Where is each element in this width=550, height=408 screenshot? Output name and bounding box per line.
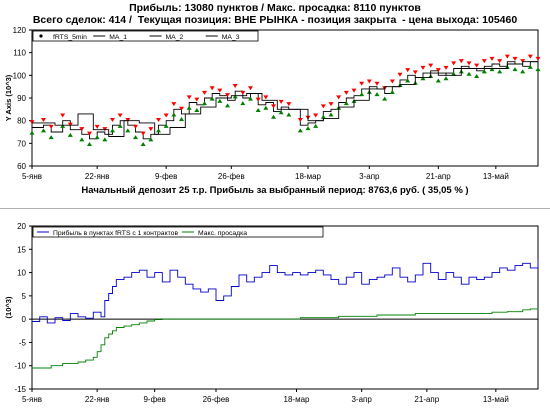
x-tick-label: 3-апр (359, 172, 380, 181)
x-tick-label: 21-апр (426, 172, 451, 181)
plot-area (31, 225, 539, 390)
x-tick-label: 22-янв (85, 172, 110, 181)
x-tick-label: 13-май (483, 395, 509, 404)
y-tick-label: 80 (17, 117, 26, 126)
legend-label: MA_2 (166, 34, 184, 41)
legend-swatch (39, 34, 43, 38)
x-tick-label: 22-янв (85, 395, 110, 404)
legend-label: fRTS_5min (53, 34, 87, 41)
chart-canvas: 607080901001101205-янв 22-янв 9-фев 26-фев 1… (4, 26, 541, 404)
y-axis-label: (10^3) (4, 296, 13, 318)
x-tick-label: 21-апр (414, 395, 439, 404)
y-tick-label: 110 (13, 49, 26, 58)
y-tick-label: -10 (14, 362, 26, 371)
y-tick-label: 120 (13, 26, 27, 35)
legend-label: MA_1 (109, 34, 127, 41)
x-tick-label: 18-мар (284, 395, 311, 404)
y-tick-label: 90 (17, 94, 26, 103)
y-tick-label: 15 (17, 245, 26, 254)
y-tick-label: 0 (22, 315, 27, 324)
y-tick-label: 10 (17, 269, 26, 278)
x-tick-label: 9-фев (143, 395, 165, 404)
y-tick-label: -5 (19, 338, 27, 347)
x-tick-label: 9-фев (155, 172, 177, 181)
y-tick-label: 70 (17, 139, 26, 148)
y-axis-label: Y Axis (10^3) (4, 74, 13, 121)
legend-label: Макс. просадка (198, 230, 247, 237)
y-tick-label: 20 (17, 222, 26, 231)
x-tick-label: 26-фев (218, 172, 245, 181)
y-tick-label: -15 (14, 385, 26, 394)
legend-label: Прибыль в пунктах fRTS с 1 контрактов (53, 229, 178, 237)
y-tick-label: 60 (17, 162, 26, 171)
x-tick-label: 5-янв (22, 395, 42, 404)
price-chart-panel: 60 70 80 90 100 110 120 5-янв 22-янв 9-фев 26-фев 1… (4, 26, 541, 181)
x-tick-label: 5-янв (22, 172, 42, 181)
plot-area (31, 29, 539, 167)
legend-label: MA_3 (222, 34, 240, 41)
y-tick-label: 5 (22, 292, 27, 301)
x-tick-label: 26-фев (203, 395, 230, 404)
profit-chart-panel: -15 -10 -5 0 5 10 15 20 5-янв 22-янв 9-фев 26-фев 18… (4, 222, 539, 404)
x-tick-label: 18-мар (295, 172, 322, 181)
y-tick-label: 100 (13, 71, 27, 80)
x-tick-label: 3-апр (351, 395, 372, 404)
x-tick-label: 13-май (483, 172, 509, 181)
